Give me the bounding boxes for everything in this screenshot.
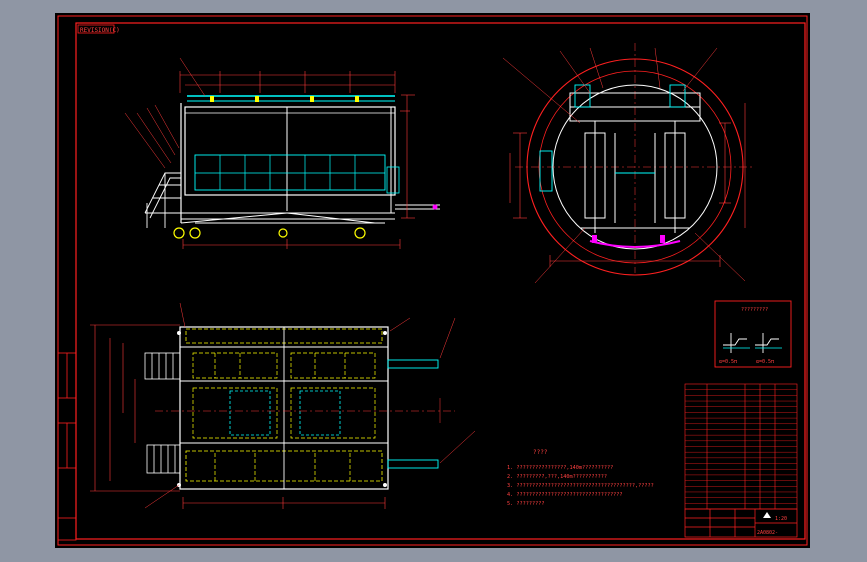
note-line-5: 5. ????????? — [507, 501, 544, 507]
title-block — [684, 508, 798, 538]
plan-view — [90, 302, 476, 509]
note-line-1: 1. ????????????????,140m?????????? — [507, 465, 613, 471]
detail-label: ????????? — [741, 307, 768, 313]
outer-border — [57, 15, 808, 546]
left-margin-tabs — [57, 352, 77, 541]
detail-caption-right: α=0.5π — [756, 359, 774, 365]
detail-caption-left: α=0.5π — [719, 359, 737, 365]
projection-symbol — [763, 512, 771, 518]
note-line-2: 2. ?????????,???,140m??????????? — [507, 474, 607, 480]
end-view — [502, 43, 755, 284]
front-view — [124, 57, 440, 249]
drawing-sheet: REVISION(C) ????????? α=0.5π α=0.5π ????… — [55, 13, 810, 548]
note-line-3: 3. ?????????????????????????????????????… — [507, 483, 654, 489]
note-line-4: 4. ?????????????????????????????????? — [507, 492, 623, 498]
cad-drawing: REVISION(C) ????????? α=0.5π α=0.5π ????… — [57, 15, 808, 546]
inner-border — [75, 22, 806, 540]
drawing-number: 2A0802- — [757, 530, 778, 536]
parts-list-rows — [685, 389, 797, 504]
revision-label: REVISION(C) — [80, 27, 120, 34]
drawing-scale: 1:20 — [775, 516, 787, 522]
notes-heading: ???? — [533, 449, 548, 456]
